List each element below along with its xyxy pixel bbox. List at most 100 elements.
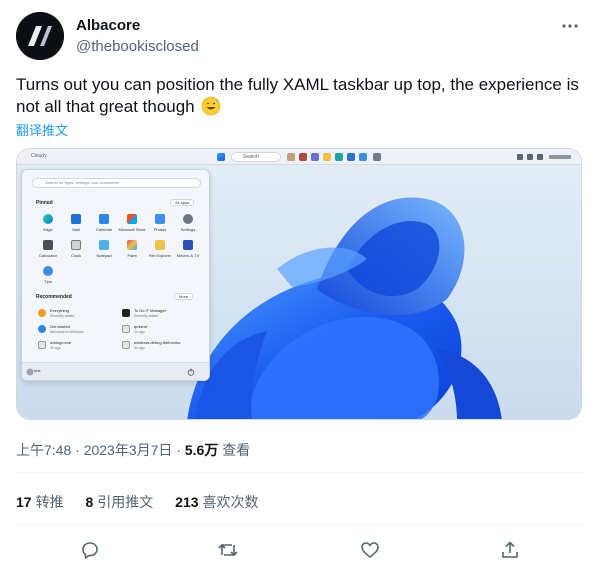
- rec-title: windows.debug.firefoxxlsx: [134, 340, 181, 345]
- start-search-box: Search for apps, settings, and documents: [32, 178, 201, 188]
- weather-widget-label: Cloudy: [31, 153, 47, 159]
- photos-icon: [359, 153, 367, 161]
- recommended-item: windows.debug.firefoxxlsx 3h ago: [122, 340, 206, 354]
- widgets-icon: [299, 153, 307, 161]
- app-notepad: Notepad: [90, 240, 118, 262]
- windows-taskbar: Cloudy Search: [17, 149, 581, 165]
- app-label: Paint: [127, 253, 137, 258]
- rec-title: Get started: [50, 324, 70, 329]
- rec-title: qmlsmt: [134, 324, 147, 329]
- likes-stat[interactable]: 213 喜欢次数: [175, 494, 258, 510]
- meta-separator: ·: [176, 442, 181, 458]
- retweets-stat[interactable]: 17 转推: [16, 494, 64, 510]
- author-name[interactable]: Albacore: [76, 17, 140, 34]
- calendar-icon: [99, 214, 109, 224]
- more-options-icon[interactable]: [560, 16, 580, 36]
- pinned-label: Pinned: [36, 200, 53, 206]
- paint-icon: [127, 240, 137, 250]
- photos-icon: [155, 214, 165, 224]
- folder-icon: [155, 240, 165, 250]
- app-calendar: Calendar: [90, 214, 118, 236]
- mail-icon: [71, 214, 81, 224]
- app-tips: Tips: [34, 266, 62, 288]
- more-button: More: [174, 293, 194, 300]
- tweet-text-body: Turns out you can position the fully XAM…: [16, 75, 579, 116]
- like-icon[interactable]: [358, 538, 382, 562]
- user-avatar-icon: [26, 368, 34, 376]
- app-label: Settings: [180, 227, 196, 232]
- retweet-icon[interactable]: [216, 538, 240, 562]
- app-paint: Paint: [118, 240, 146, 262]
- calculator-icon: [43, 240, 53, 250]
- app-label: Tips: [44, 279, 52, 284]
- power-icon: [187, 368, 195, 376]
- edge-icon: [43, 214, 53, 224]
- tweet-text: Turns out you can position the fully XAM…: [16, 74, 582, 118]
- store-icon: [127, 214, 137, 224]
- app-movies-tv: Movies & TV: [174, 240, 202, 262]
- file-icon: [122, 341, 130, 349]
- app-clock: Clock: [62, 240, 90, 262]
- likes-count: 213: [175, 494, 199, 510]
- reply-icon[interactable]: [78, 538, 102, 562]
- taskbar-search-label: Search: [243, 154, 259, 160]
- tweet-actions: [16, 538, 582, 562]
- file-explorer-icon: [323, 153, 331, 161]
- file-icon: [122, 325, 130, 333]
- quotes-label: 引用推文: [97, 494, 154, 510]
- app-photos: Photos: [146, 214, 174, 236]
- taskbar-search-box: Search: [231, 152, 281, 162]
- rec-title: To Do IT Manager: [134, 308, 166, 313]
- app-label: Calendar: [95, 227, 113, 232]
- share-icon[interactable]: [498, 538, 522, 562]
- rec-sub: 3h ago: [134, 330, 145, 334]
- recommended-item: Get started Welcome to Windows: [38, 324, 122, 338]
- system-tray: [517, 154, 571, 160]
- albacore-logo-icon: [16, 12, 64, 60]
- app-mail: Mail: [62, 214, 90, 236]
- app-calculator: Calculator: [34, 240, 62, 262]
- meta-separator: ·: [75, 442, 80, 458]
- store-icon: [347, 153, 355, 161]
- rec-sub: Recently added: [50, 314, 75, 318]
- movies-icon: [183, 240, 193, 250]
- settings-icon: [373, 153, 381, 161]
- app-label: Mail: [72, 227, 80, 232]
- notepad-icon: [99, 240, 109, 250]
- recommended-item: qmlsmt 3h ago: [122, 324, 206, 338]
- retweets-label: 转推: [35, 494, 64, 510]
- start-search-placeholder: Search for apps, settings, and documents: [45, 180, 119, 185]
- recommended-label: Recommended: [36, 294, 72, 300]
- rec-sub: Recently added: [134, 314, 159, 318]
- rec-title: Everything: [50, 308, 69, 313]
- app-label: Photos: [153, 227, 167, 232]
- tweet-media-image[interactable]: Cloudy Search Search for apps, settings,…: [16, 148, 582, 420]
- recommended-item: winlogo.exe 3h ago: [38, 340, 122, 354]
- translate-link[interactable]: 翻译推文: [16, 120, 68, 139]
- app-label: Notepad: [96, 253, 112, 258]
- app-label: Movies & TV: [176, 253, 200, 258]
- app-label: Edge: [43, 227, 53, 232]
- quotes-count: 8: [85, 494, 94, 510]
- quotes-stat[interactable]: 8 引用推文: [85, 494, 153, 510]
- clock-icon: [71, 240, 81, 250]
- tips-icon: [43, 266, 53, 276]
- start-menu: Search for apps, settings, and documents…: [21, 169, 210, 381]
- divider: [16, 524, 582, 525]
- rec-sub: Welcome to Windows: [50, 330, 84, 334]
- tweet-time[interactable]: 上午7:48: [16, 442, 71, 458]
- rec-sub: 3h ago: [50, 346, 61, 350]
- tweet-header: Albacore @thebookisclosed: [16, 12, 582, 60]
- author-handle[interactable]: @thebookisclosed: [76, 38, 199, 55]
- rec-sub: 3h ago: [134, 346, 145, 350]
- chat-icon: [311, 153, 319, 161]
- get-started-icon: [38, 325, 46, 333]
- settings-icon: [183, 214, 193, 224]
- app-label: Microsoft Store: [118, 227, 146, 232]
- avatar[interactable]: [16, 12, 64, 60]
- divider: [16, 472, 582, 473]
- recommended-item: To Do IT Manager Recently added: [122, 308, 206, 322]
- tweet-date[interactable]: 2023年3月7日: [84, 442, 173, 458]
- views-label: 查看: [222, 442, 251, 458]
- retweets-count: 17: [16, 494, 32, 510]
